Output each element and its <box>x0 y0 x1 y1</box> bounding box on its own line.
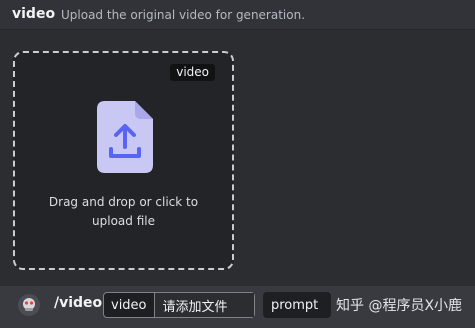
file-dropzone[interactable]: video Drag and drop or click to upload f… <box>13 51 234 270</box>
dropzone-line-2: upload file <box>92 214 155 228</box>
file-corner-fold <box>135 101 153 119</box>
video-option-value[interactable]: 请添加文件 <box>154 293 254 317</box>
prompt-option-key: prompt <box>271 297 319 313</box>
video-option-key: video <box>104 293 155 317</box>
video-option-chip[interactable]: video 请添加文件 <box>103 292 255 318</box>
dropzone-tag: video <box>170 64 215 81</box>
file-upload-icon <box>97 101 153 173</box>
option-header: video Upload the original video for gene… <box>0 0 475 30</box>
bot-avatar <box>18 294 40 316</box>
watermark: 知乎 @程序员X小鹿 <box>336 298 463 314</box>
option-description: Upload the original video for generation… <box>61 8 306 22</box>
dropzone-line-1: Drag and drop or click to <box>48 195 199 209</box>
command-attachment-panel: video Upload the original video for gene… <box>0 0 475 328</box>
prompt-option-chip[interactable]: prompt <box>263 292 331 318</box>
command-name: /video <box>54 295 103 311</box>
slash-command-bar: /video video 请添加文件 prompt 知乎 @程序员X小鹿 <box>0 286 475 328</box>
option-name: video <box>12 6 56 22</box>
dropzone-instructions: Drag and drop or click to upload file <box>15 193 232 231</box>
